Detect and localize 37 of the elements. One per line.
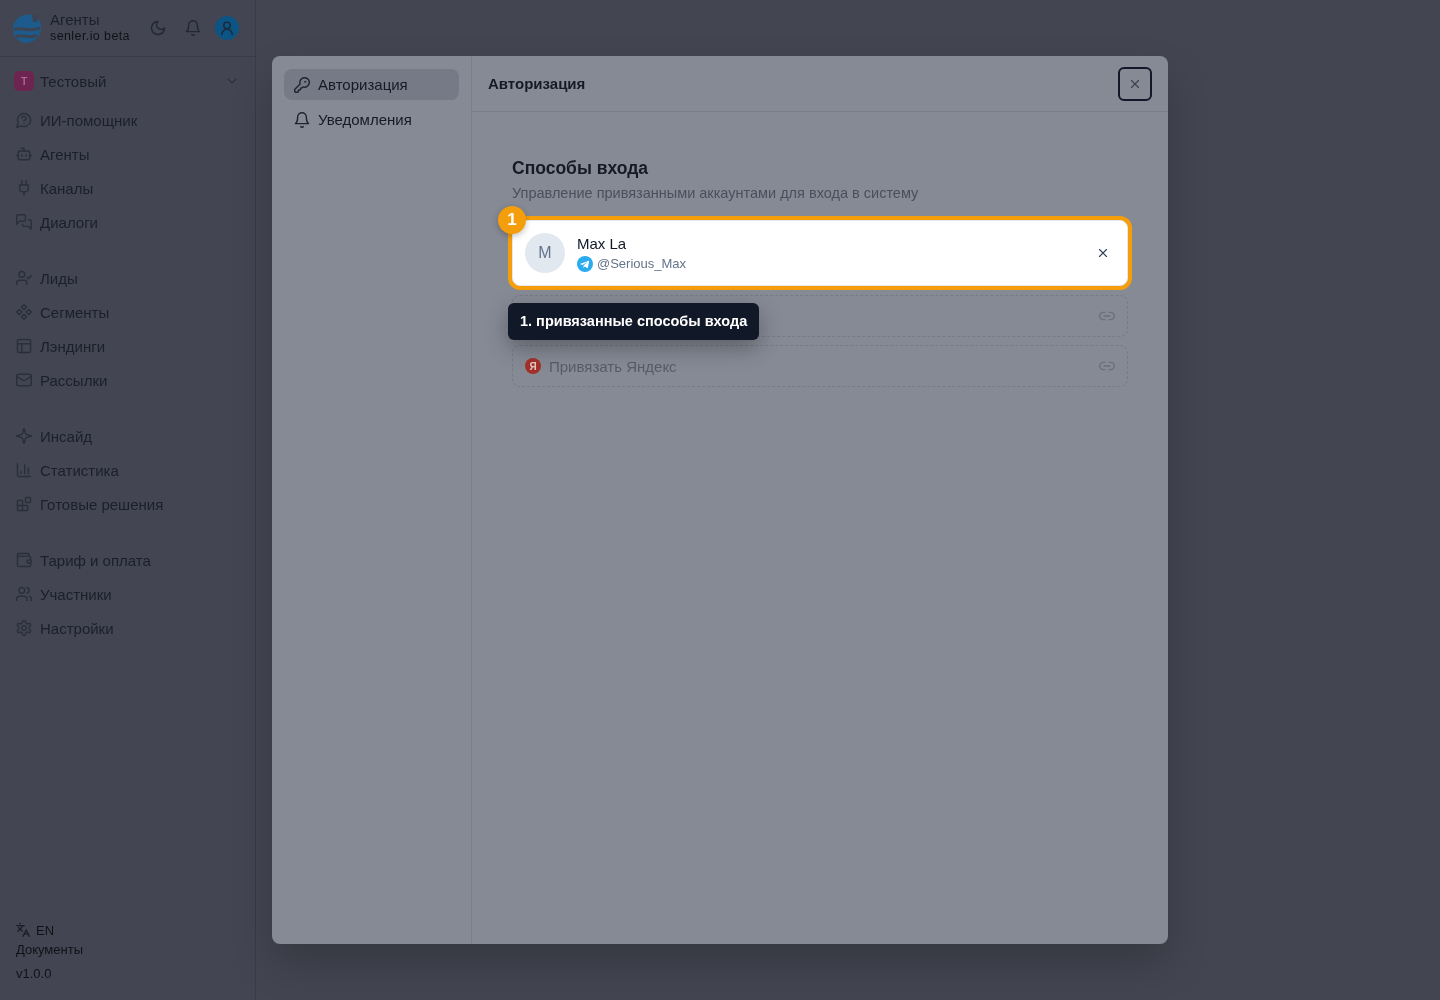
account-handle: @Serious_Max <box>597 254 687 273</box>
close-icon[interactable] <box>1096 246 1110 260</box>
tour-tooltip: 1. привязанные способы входа <box>508 303 760 340</box>
translate-icon <box>16 923 30 937</box>
diamonds-icon <box>16 304 32 320</box>
telegram-icon <box>577 255 593 272</box>
chat-bubbles-icon <box>16 214 32 230</box>
settings-icon <box>16 620 32 636</box>
section-subtitle: Управление привязанными аккаунтами для входа в систему <box>512 184 919 203</box>
section-title: Способы входа <box>512 157 649 180</box>
envelope-icon <box>16 372 32 388</box>
bar-chart-icon <box>16 462 32 478</box>
account-avatar: M <box>525 233 565 273</box>
account-name: Max La <box>577 233 627 253</box>
user-check-icon <box>16 270 32 286</box>
app-subtitle: senler.io beta <box>50 28 130 44</box>
version-label: v1.0.0 <box>16 965 52 983</box>
wallet-icon <box>16 552 32 568</box>
logo-icon <box>12 12 42 44</box>
settings-nav-item[interactable]: Авторизация <box>284 69 459 100</box>
users-icon <box>16 586 32 602</box>
settings-nav-item[interactable]: Уведомления <box>284 104 459 135</box>
docs-link[interactable]: Документы <box>16 940 83 960</box>
yandex-logo-icon: Я <box>525 358 541 374</box>
key-icon <box>294 76 310 93</box>
language-link[interactable]: EN <box>16 920 55 940</box>
robot-icon <box>16 146 32 162</box>
step-badge: 1 <box>498 206 526 234</box>
blocks-icon <box>16 496 32 512</box>
layout-icon <box>16 338 32 354</box>
workspace-avatar: Т <box>14 71 34 91</box>
question-bubble-icon <box>16 112 32 128</box>
dialog-title: Авторизация <box>488 75 587 92</box>
plug-icon <box>16 180 32 196</box>
bell-icon <box>294 111 310 128</box>
sparkle-icon <box>16 428 32 444</box>
close-button[interactable] <box>1118 66 1152 101</box>
